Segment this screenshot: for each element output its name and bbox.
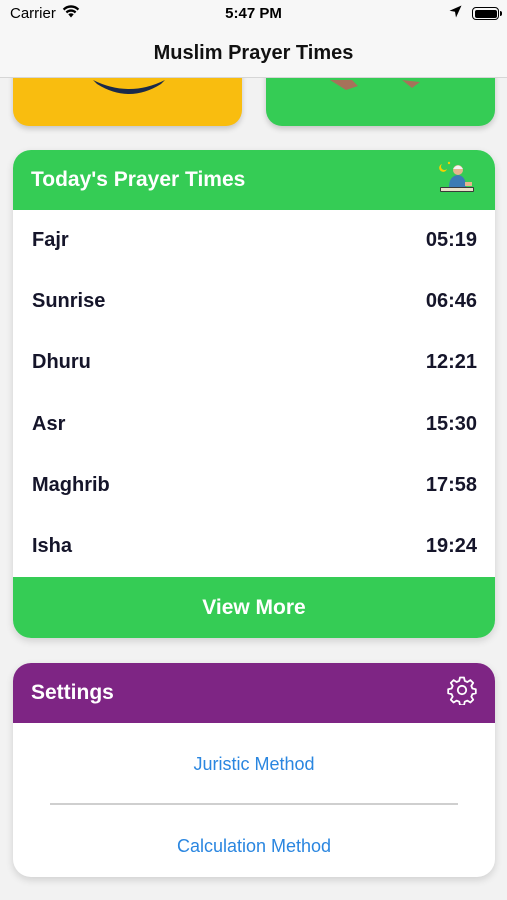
prayer-row-asr: Asr 15:30 — [13, 394, 495, 455]
page-title: Muslim Prayer Times — [153, 42, 354, 64]
prayer-name: Sunrise — [32, 290, 106, 313]
juristic-method-link[interactable]: Juristic Method — [13, 754, 495, 775]
battery-icon — [472, 7, 502, 20]
nav-bar: Muslim Prayer Times — [0, 30, 507, 78]
gear-icon[interactable] — [447, 675, 477, 711]
prayer-row-maghrib: Maghrib 17:58 — [13, 455, 495, 516]
settings-card: Settings Juristic Method Calculation Met… — [13, 663, 495, 877]
prayer-time: 05:19 — [425, 229, 477, 252]
prayer-time: 19:24 — [425, 535, 477, 558]
prayer-time: 15:30 — [425, 412, 477, 435]
prayer-time: 06:46 — [425, 290, 477, 313]
prayer-time: 12:21 — [425, 351, 477, 374]
prayer-times-card: Today's Prayer Times Fajr 05:19 Sunrise … — [13, 150, 495, 638]
prayer-name: Maghrib — [32, 473, 110, 496]
settings-title: Settings — [31, 681, 114, 704]
praying-person-icon — [437, 159, 477, 201]
status-right-group — [449, 5, 502, 22]
status-bar: Carrier 5:47 PM — [0, 0, 507, 30]
prayer-card-title: Today's Prayer Times — [31, 168, 246, 191]
location-arrow-icon — [449, 5, 462, 22]
prayer-name: Asr — [32, 412, 66, 435]
prayer-row-dhuru: Dhuru 12:21 — [13, 332, 495, 393]
clock: 5:47 PM — [225, 5, 282, 22]
prayer-row-isha: Isha 19:24 — [13, 516, 495, 577]
view-more-button[interactable]: View More — [13, 577, 495, 638]
prayer-name: Isha — [32, 535, 73, 558]
prayer-card-header: Today's Prayer Times — [13, 150, 495, 210]
prayer-row-fajr: Fajr 05:19 — [13, 210, 495, 271]
settings-card-header: Settings — [13, 663, 495, 723]
divider — [50, 803, 458, 805]
calculation-method-link[interactable]: Calculation Method — [13, 836, 495, 857]
prayer-row-sunrise: Sunrise 06:46 — [13, 271, 495, 332]
prayer-time: 17:58 — [425, 473, 477, 496]
prayer-name: Fajr — [32, 229, 69, 252]
prayer-name: Dhuru — [32, 351, 91, 374]
